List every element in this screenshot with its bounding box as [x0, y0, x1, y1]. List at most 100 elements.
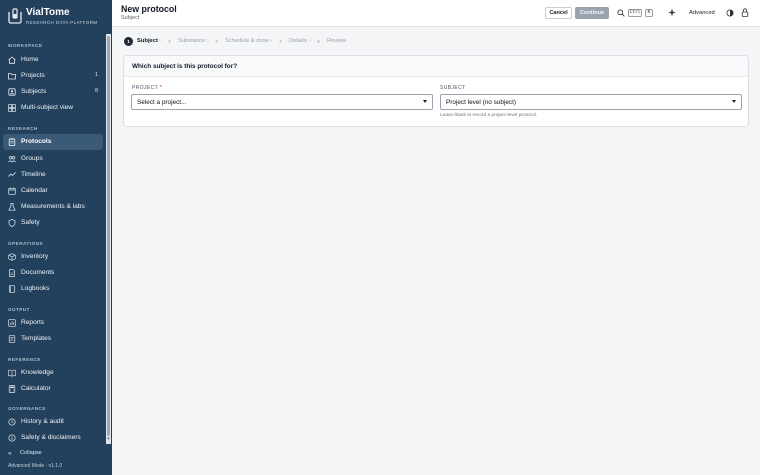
sidebar-item-label: History & audit [21, 418, 64, 425]
sidebar-item-label: Groups [21, 155, 43, 162]
step-number: 3 [215, 39, 218, 44]
section-research: RESEARCH [8, 126, 38, 131]
subject-field-label: SUBJECT [440, 85, 466, 91]
clipboard-icon [8, 138, 16, 146]
sidebar-item-label: Knowledge [21, 369, 54, 376]
calculator-icon [8, 385, 16, 393]
step-label: Schedule & dose [225, 38, 269, 44]
vial-logo-icon [8, 8, 22, 24]
shortcut-ctrl-key: Ctrl [628, 9, 642, 17]
theme-toggle-icon[interactable] [726, 9, 734, 17]
sidebar-item-label: Logbooks [21, 285, 50, 292]
home-icon [8, 56, 16, 64]
step-label: Review [327, 38, 347, 44]
sidebar-item-label: Protocols [21, 138, 52, 145]
box-icon [8, 253, 16, 261]
lock-icon[interactable] [741, 8, 749, 17]
grid-icon [8, 104, 16, 112]
page-header: New protocol Subject Cancel Continue Ctr… [112, 0, 760, 27]
sidebar-item-label: Inventory [21, 253, 49, 260]
sidebar-item-safety[interactable]: Safety [3, 215, 103, 231]
calendar-icon [8, 187, 16, 195]
form-question: Which subject is this protocol for? [132, 63, 238, 70]
project-field-label: PROJECT * [132, 85, 162, 91]
sparkle-icon[interactable] [668, 8, 676, 17]
subject-select[interactable]: Project level (no subject) [440, 94, 742, 110]
chevron-right-icon: › [159, 38, 161, 44]
sidebar-nav: WORKSPACE RESEARCH OPERATIONS OUTPUT REF… [0, 40, 106, 444]
step-label: Substance [178, 38, 206, 44]
cancel-button[interactable]: Cancel [545, 7, 572, 19]
step-label: Details [289, 38, 307, 44]
shield-icon [8, 219, 16, 227]
step-number: 4 [279, 39, 282, 44]
sidebar-item-subjects[interactable]: Subjects 8 [3, 84, 103, 100]
brand[interactable]: VialTome RESEARCH DATA PLATFORM [6, 6, 106, 30]
sidebar-item-safety-disclaimers[interactable]: Safety & disclaimers [3, 430, 103, 444]
sidebar-item-timeline[interactable]: Timeline [3, 167, 103, 183]
sidebar-item-label: Subjects [21, 88, 47, 95]
search-icon[interactable] [617, 9, 625, 17]
info-icon [8, 434, 16, 442]
sidebar-item-multi-subject-view[interactable]: Multi-subject view [3, 100, 103, 116]
sidebar-item-calendar[interactable]: Calendar [3, 183, 103, 199]
count-badge: 8 [94, 88, 98, 94]
step-number: 1 [124, 37, 133, 46]
step-number: 2 [168, 39, 171, 44]
scroll-down-arrow-icon[interactable]: ▾ [106, 436, 111, 442]
version-label: Advanced Mode · v1.1.0 [8, 463, 63, 469]
sidebar-item-inventory[interactable]: Inventory [3, 249, 103, 265]
sidebar: VialTome RESEARCH DATA PLATFORM WORKSPAC… [0, 0, 112, 475]
page-subtitle: Subject [121, 15, 140, 21]
sidebar-item-label: Safety & disclaimers [21, 434, 81, 441]
sidebar-item-label: Timeline [21, 171, 46, 178]
project-select[interactable]: Select a project... [131, 94, 433, 110]
collapse-button[interactable]: « Collapse [4, 448, 104, 460]
sidebar-item-projects[interactable]: Projects 1 [3, 68, 103, 84]
count-badge: 1 [94, 72, 98, 78]
book-icon [8, 285, 16, 293]
required-marker: * [159, 85, 163, 91]
project-label-text: PROJECT [132, 85, 159, 91]
sidebar-item-reports[interactable]: Reports [3, 315, 103, 331]
sidebar-item-measurements-labs[interactable]: Measurements & labs [3, 199, 103, 215]
subject-help-text: Leave blank to record a project-level pr… [440, 113, 538, 118]
caret-down-icon [423, 100, 427, 103]
subject-form-card: Which subject is this protocol for? PROJ… [123, 55, 749, 127]
groups-icon [8, 156, 16, 163]
sidebar-item-label: Safety [21, 219, 40, 226]
sidebar-item-history-audit[interactable]: History & audit [3, 414, 103, 430]
section-governance: GOVERNANCE [8, 406, 46, 411]
section-operations: OPERATIONS [8, 241, 44, 246]
wizard-stepper: 1 Subject › 2 Substance › 3 Schedule & d… [124, 36, 364, 47]
advanced-toggle[interactable]: Advanced [689, 10, 715, 16]
open-book-icon [8, 369, 16, 377]
sidebar-item-protocols[interactable]: Protocols [3, 134, 103, 150]
sidebar-item-label: Calculator [21, 385, 51, 392]
sidebar-item-knowledge[interactable]: Knowledge [3, 365, 103, 381]
page-title: New protocol [121, 4, 177, 14]
chevron-right-icon: › [270, 38, 272, 44]
sidebar-item-calculator[interactable]: Calculator [3, 381, 103, 397]
document-icon [9, 269, 15, 277]
continue-button[interactable]: Continue [575, 7, 609, 19]
section-output: OUTPUT [8, 307, 30, 312]
flask-icon [8, 203, 16, 211]
sidebar-item-groups[interactable]: Groups [3, 151, 103, 167]
section-workspace: WORKSPACE [8, 43, 43, 48]
sidebar-item-label: Home [21, 56, 39, 63]
folder-icon [8, 73, 16, 80]
step-label: Subject [137, 38, 158, 44]
sidebar-item-home[interactable]: Home [3, 52, 103, 68]
sidebar-item-logbooks[interactable]: Logbooks [3, 281, 103, 297]
sidebar-item-documents[interactable]: Documents [3, 265, 103, 281]
sidebar-item-label: Documents [21, 269, 55, 276]
sidebar-item-label: Calendar [21, 187, 48, 194]
chevron-right-icon: › [207, 38, 209, 44]
sidebar-scrollbar-thumb[interactable] [107, 36, 110, 436]
template-icon [8, 335, 16, 343]
sidebar-item-label: Projects [21, 72, 45, 79]
sidebar-item-templates[interactable]: Templates [3, 331, 103, 347]
chart-icon [8, 319, 16, 327]
sidebar-item-label: Multi-subject view [21, 104, 74, 111]
